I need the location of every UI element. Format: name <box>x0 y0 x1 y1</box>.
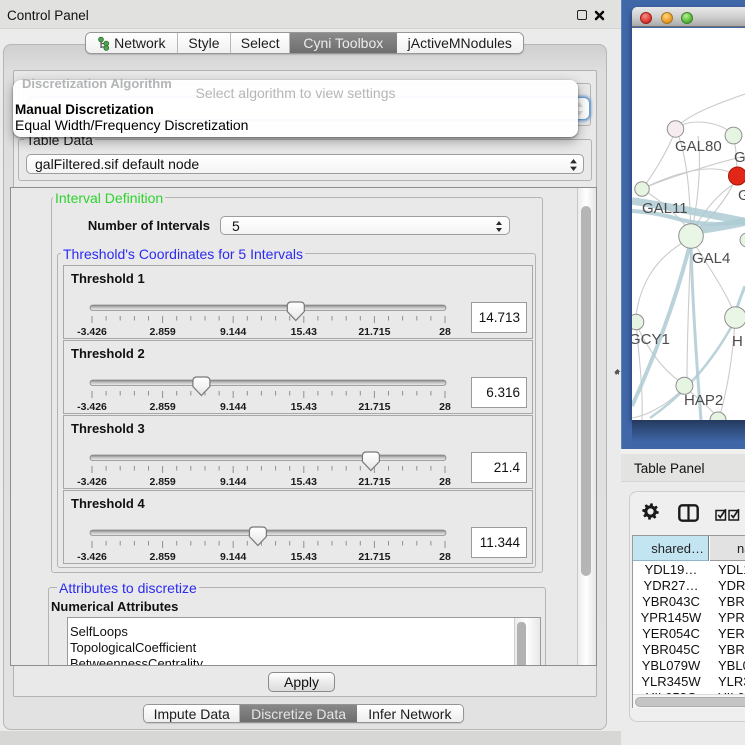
svg-text:2.859: 2.859 <box>149 551 175 563</box>
svg-text:GAL11: GAL11 <box>642 200 688 217</box>
svg-text:-3.426: -3.426 <box>77 551 107 563</box>
svg-text:2.859: 2.859 <box>149 401 175 413</box>
svg-text:15.43: 15.43 <box>291 476 317 488</box>
svg-text:HAP2: HAP2 <box>684 392 723 409</box>
svg-text:15.43: 15.43 <box>291 326 317 338</box>
svg-text:9.144: 9.144 <box>220 401 246 413</box>
svg-text:9.144: 9.144 <box>220 551 246 563</box>
svg-text:G: G <box>738 187 745 204</box>
svg-text:21.715: 21.715 <box>358 551 390 563</box>
svg-text:28: 28 <box>439 326 451 338</box>
svg-text:GA: GA <box>734 149 745 166</box>
svg-text:28: 28 <box>439 551 451 563</box>
svg-text:9.144: 9.144 <box>220 476 246 488</box>
svg-text:-3.426: -3.426 <box>77 401 107 413</box>
svg-text:28: 28 <box>439 476 451 488</box>
svg-text:2.859: 2.859 <box>149 326 175 338</box>
svg-text:15.43: 15.43 <box>291 401 317 413</box>
svg-text:21.715: 21.715 <box>358 476 390 488</box>
svg-text:-3.426: -3.426 <box>77 326 107 338</box>
svg-text:15.43: 15.43 <box>291 551 317 563</box>
svg-text:GAL80: GAL80 <box>675 138 722 155</box>
svg-text:21.715: 21.715 <box>358 326 390 338</box>
svg-text:GAL4: GAL4 <box>692 250 730 267</box>
svg-text:9.144: 9.144 <box>220 326 246 338</box>
svg-text:GCY1: GCY1 <box>632 331 670 348</box>
svg-text:21.715: 21.715 <box>358 401 390 413</box>
svg-text:2.859: 2.859 <box>149 476 175 488</box>
svg-text:-3.426: -3.426 <box>77 476 107 488</box>
svg-text:H: H <box>732 333 743 350</box>
svg-text:28: 28 <box>439 401 451 413</box>
